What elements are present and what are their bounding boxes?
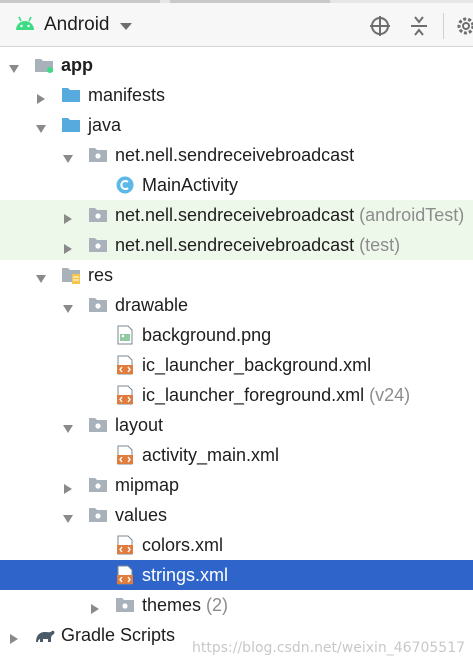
tree-label: strings.xml	[142, 565, 229, 585]
collapse-arrow-icon[interactable]	[62, 209, 74, 224]
expand-arrow-icon[interactable]	[62, 149, 74, 163]
tree-label: manifests	[88, 85, 166, 105]
tree-row-drawable[interactable]: drawable	[0, 290, 473, 320]
toolbar-separator	[443, 13, 444, 39]
tree-row-package-main[interactable]: net.nell.sendreceivebroadcast	[0, 140, 473, 170]
tree-label: ic_launcher_foreground.xml (v24)	[142, 385, 411, 405]
module-icon	[34, 55, 54, 75]
package-icon	[88, 415, 108, 435]
image-file-icon	[115, 325, 135, 345]
tree-label: res	[88, 265, 114, 285]
tree-row-ic-launcher-foreground[interactable]: ic_launcher_foreground.xml (v24)	[0, 380, 473, 410]
tree-label-suffix: (v24)	[364, 385, 411, 405]
tree-label: app	[61, 55, 94, 75]
tree-row-colors-xml[interactable]: colors.xml	[0, 530, 473, 560]
watermark-text: https://blog.csdn.net/weixin_46705517	[192, 640, 466, 656]
tree-row-themes[interactable]: themes (2)	[0, 590, 473, 620]
package-icon	[88, 475, 108, 495]
android-icon	[14, 15, 36, 36]
tree-label: net.nell.sendreceivebroadcast (androidTe…	[115, 205, 465, 225]
tree-label: net.nell.sendreceivebroadcast (test)	[115, 235, 401, 255]
tree-row-manifests[interactable]: manifests	[0, 80, 473, 110]
tree-label: ic_launcher_background.xml	[142, 355, 372, 375]
expand-arrow-icon[interactable]	[62, 299, 74, 313]
res-folder-icon	[61, 265, 81, 285]
collapse-all-icon[interactable]	[408, 15, 430, 37]
collapse-arrow-icon[interactable]	[35, 89, 47, 104]
folder-icon	[61, 85, 81, 105]
tree-label: drawable	[115, 295, 189, 315]
xml-file-icon	[115, 445, 135, 465]
collapse-arrow-icon[interactable]	[89, 599, 101, 614]
expand-arrow-icon[interactable]	[62, 509, 74, 523]
collapse-arrow-icon[interactable]	[8, 629, 20, 644]
project-view-toolbar: Android	[0, 3, 473, 47]
crosshair-icon[interactable]	[369, 15, 391, 37]
tree-label: background.png	[142, 325, 272, 345]
tree-label: java	[88, 115, 122, 135]
tree-label: Gradle Scripts	[61, 625, 176, 645]
gradle-icon	[34, 625, 55, 645]
tree-row-main-activity[interactable]: MainActivity	[0, 170, 473, 200]
tree-row-background-png[interactable]: background.png	[0, 320, 473, 350]
gear-icon[interactable]	[455, 15, 473, 37]
tree-label: themes (2)	[142, 595, 229, 615]
xml-file-icon	[115, 565, 135, 585]
tree-row-layout[interactable]: layout	[0, 410, 473, 440]
expand-arrow-icon[interactable]	[35, 119, 47, 133]
collapse-arrow-icon[interactable]	[62, 479, 74, 494]
tree-row-java[interactable]: java	[0, 110, 473, 140]
tree-row-ic-launcher-background[interactable]: ic_launcher_background.xml	[0, 350, 473, 380]
class-icon	[115, 175, 135, 195]
expand-arrow-icon[interactable]	[62, 419, 74, 433]
tree-label: mipmap	[115, 475, 180, 495]
tree-label: net.nell.sendreceivebroadcast	[115, 145, 355, 165]
package-icon	[88, 145, 108, 165]
view-mode-dropdown[interactable]: Android	[14, 11, 132, 39]
package-icon	[88, 205, 108, 225]
xml-file-icon	[115, 385, 135, 405]
tree-row-package-test[interactable]: net.nell.sendreceivebroadcast (test)	[0, 230, 473, 260]
tree-row-values[interactable]: values	[0, 500, 473, 530]
tree-row-app[interactable]: app	[0, 50, 473, 80]
view-mode-label: Android	[44, 14, 110, 35]
tree-row-mipmap[interactable]: mipmap	[0, 470, 473, 500]
tree-label: MainActivity	[142, 175, 239, 195]
tree-row-activity-main[interactable]: activity_main.xml	[0, 440, 473, 470]
tree-label: activity_main.xml	[142, 445, 280, 465]
tree-label: values	[115, 505, 168, 525]
package-icon	[88, 505, 108, 525]
tree-label: colors.xml	[142, 535, 224, 555]
folder-icon	[61, 115, 81, 135]
package-icon	[88, 235, 108, 255]
package-icon	[88, 295, 108, 315]
collapse-arrow-icon[interactable]	[62, 239, 74, 254]
tree-label-suffix: (androidTest)	[354, 205, 465, 225]
xml-file-icon	[115, 535, 135, 555]
expand-arrow-icon[interactable]	[35, 269, 47, 283]
chevron-down-icon	[119, 15, 132, 36]
tree-label-suffix: (2)	[201, 595, 229, 615]
tree-row-res[interactable]: res	[0, 260, 473, 290]
tree-label: layout	[115, 415, 164, 435]
xml-file-icon	[115, 355, 135, 375]
tree-row-strings-xml[interactable]: strings.xml	[0, 560, 473, 590]
tree-label-suffix: (test)	[354, 235, 401, 255]
tree-row-package-android-test[interactable]: net.nell.sendreceivebroadcast (androidTe…	[0, 200, 473, 230]
expand-arrow-icon[interactable]	[8, 59, 20, 73]
package-icon	[115, 595, 135, 615]
